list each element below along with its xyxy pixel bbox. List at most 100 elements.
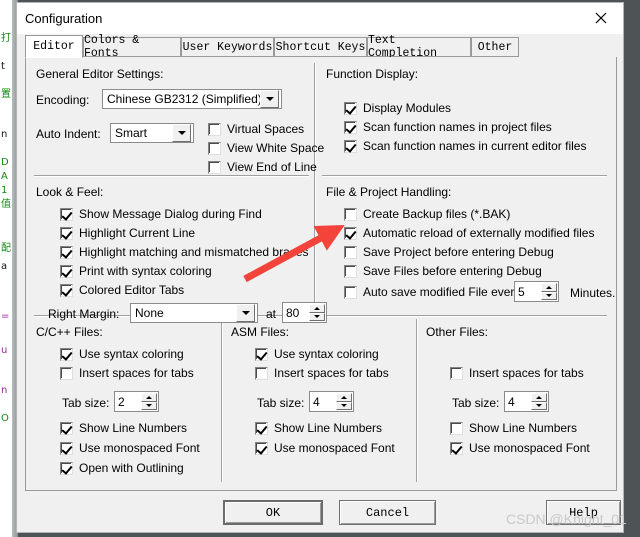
right-margin-value: None [135, 306, 164, 320]
checkbox-box[interactable] [344, 139, 357, 153]
checkbox-ccpp-insert-spaces-for-tabs[interactable]: Insert spaces for tabs [60, 366, 194, 380]
checkbox-asm-show-line-numbers[interactable]: Show Line Numbers [255, 421, 382, 435]
checkbox-box[interactable] [255, 347, 268, 361]
checkbox-auto-save-modified-file[interactable]: Auto save modified File every [344, 285, 520, 299]
ccpp-tab-size-stepper[interactable]: 2 [114, 391, 159, 412]
background-text-glyph: n [1, 385, 8, 396]
stepper-buttons[interactable] [531, 393, 547, 410]
checkbox-scan-project-files[interactable]: Scan function names in project files [344, 120, 552, 134]
checkbox-box[interactable] [60, 207, 73, 221]
tab-user-keywords[interactable]: User Keywords [181, 37, 274, 57]
checkbox-ccpp-use-syntax-coloring[interactable]: Use syntax coloring [60, 347, 184, 361]
checkbox-box[interactable] [255, 421, 268, 435]
checkbox-box[interactable] [344, 264, 357, 278]
checkbox-asm-use-monospaced-font[interactable]: Use monospaced Font [255, 441, 395, 455]
checkbox-view-end-of-line[interactable]: View End of Line [208, 160, 317, 174]
other-tab-size-stepper[interactable]: 4 [504, 391, 549, 412]
ok-button[interactable]: OK [223, 500, 323, 525]
stepper-up-icon[interactable] [141, 393, 157, 402]
stepper-down-icon[interactable] [336, 401, 352, 410]
stepper-up-icon[interactable] [531, 393, 547, 402]
stepper-up-icon[interactable] [541, 283, 557, 292]
checkbox-display-modules[interactable]: Display Modules [344, 101, 451, 115]
checkbox-asm-use-syntax-coloring[interactable]: Use syntax coloring [255, 347, 379, 361]
look-feel-divider [34, 175, 309, 177]
checkbox-label: Automatic reload of externally modified … [363, 226, 595, 240]
checkbox-box[interactable] [344, 226, 357, 240]
stepper-up-icon[interactable] [309, 304, 325, 313]
checkbox-save-files-before-debug[interactable]: Save Files before entering Debug [344, 264, 542, 278]
checkbox-save-project-before-debug[interactable]: Save Project before entering Debug [344, 245, 554, 259]
checkbox-box[interactable] [344, 120, 357, 134]
tab-strip: Editor Colors & Fonts User Keywords Shor… [25, 34, 617, 60]
checkbox-highlight-current-line[interactable]: Highlight Current Line [60, 226, 195, 240]
checkbox-box[interactable] [208, 160, 221, 174]
checkbox-box[interactable] [208, 122, 221, 136]
checkbox-show-message-dialog[interactable]: Show Message Dialog during Find [60, 207, 262, 221]
encoding-combo[interactable]: Chinese GB2312 (Simplified) [102, 89, 282, 109]
chevron-down-icon[interactable] [236, 304, 255, 322]
checkbox-box[interactable] [208, 141, 221, 155]
stepper-up-icon[interactable] [336, 393, 352, 402]
checkbox-other-insert-spaces-for-tabs[interactable]: Insert spaces for tabs [450, 366, 584, 380]
right-margin-column-stepper[interactable]: 80 [282, 302, 327, 323]
checkbox-view-white-space[interactable]: View White Space [208, 141, 324, 155]
stepper-down-icon[interactable] [531, 401, 547, 410]
checkbox-box[interactable] [450, 441, 463, 455]
stepper-buttons[interactable] [141, 393, 157, 410]
stepper-down-icon[interactable] [141, 401, 157, 410]
checkbox-box[interactable] [255, 366, 268, 380]
cancel-button[interactable]: Cancel [339, 500, 436, 525]
auto-indent-combo[interactable]: Smart [110, 123, 194, 143]
checkbox-ccpp-open-with-outlining[interactable]: Open with Outlining [60, 461, 184, 475]
tab-other[interactable]: Other [471, 37, 519, 57]
background-text-glyph: D [1, 157, 9, 168]
checkbox-virtual-spaces[interactable]: Virtual Spaces [208, 122, 304, 136]
checkbox-box[interactable] [60, 347, 73, 361]
checkbox-box[interactable] [344, 285, 357, 299]
auto-save-minutes-stepper[interactable]: 5 [514, 281, 559, 302]
checkbox-box[interactable] [60, 461, 73, 475]
asm-tab-size-stepper[interactable]: 4 [309, 391, 354, 412]
stepper-down-icon[interactable] [541, 291, 557, 300]
checkbox-print-with-syntax-coloring[interactable]: Print with syntax coloring [60, 264, 212, 278]
close-icon[interactable] [578, 3, 623, 33]
checkbox-box[interactable] [60, 226, 73, 240]
checkbox-ccpp-use-monospaced-font[interactable]: Use monospaced Font [60, 441, 200, 455]
chevron-down-icon[interactable] [172, 124, 191, 142]
checkbox-label: Show Line Numbers [79, 421, 188, 435]
checkbox-scan-current-editor-files[interactable]: Scan function names in current editor fi… [344, 139, 586, 153]
file-project-handling-panel: File & Project Handling: Create Backup f… [326, 185, 615, 310]
checkbox-box[interactable] [344, 207, 357, 221]
checkbox-box[interactable] [255, 441, 268, 455]
checkbox-other-show-line-numbers[interactable]: Show Line Numbers [450, 421, 577, 435]
checkbox-ccpp-show-line-numbers[interactable]: Show Line Numbers [60, 421, 187, 435]
checkbox-box[interactable] [450, 366, 463, 380]
checkbox-box[interactable] [344, 245, 357, 259]
chevron-down-icon[interactable] [260, 90, 279, 108]
tab-editor[interactable]: Editor [25, 35, 83, 58]
checkbox-box[interactable] [450, 421, 463, 435]
checkbox-colored-editor-tabs[interactable]: Colored Editor Tabs [60, 283, 184, 297]
stepper-buttons[interactable] [309, 304, 325, 321]
stepper-buttons[interactable] [336, 393, 352, 410]
checkbox-box[interactable] [60, 421, 73, 435]
tab-shortcut-keys[interactable]: Shortcut Keys [274, 37, 367, 57]
title-bar: Configuration [17, 3, 623, 35]
checkbox-box[interactable] [60, 441, 73, 455]
checkbox-box[interactable] [60, 245, 73, 259]
checkbox-other-use-monospaced-font[interactable]: Use monospaced Font [450, 441, 590, 455]
stepper-down-icon[interactable] [309, 312, 325, 321]
checkbox-highlight-braces[interactable]: Highlight matching and mismatched braces [60, 245, 308, 259]
stepper-buttons[interactable] [541, 283, 557, 300]
checkbox-box[interactable] [60, 366, 73, 380]
checkbox-asm-insert-spaces-for-tabs[interactable]: Insert spaces for tabs [255, 366, 389, 380]
checkbox-create-backup-files[interactable]: Create Backup files (*.BAK) [344, 207, 510, 221]
checkbox-automatic-reload[interactable]: Automatic reload of externally modified … [344, 226, 594, 240]
checkbox-box[interactable] [60, 264, 73, 278]
checkbox-box[interactable] [60, 283, 73, 297]
tab-colors-fonts[interactable]: Colors & Fonts [83, 34, 181, 60]
right-margin-combo[interactable]: None [130, 303, 258, 323]
tab-text-completion[interactable]: Text Completion [367, 34, 471, 60]
checkbox-box[interactable] [344, 101, 357, 115]
